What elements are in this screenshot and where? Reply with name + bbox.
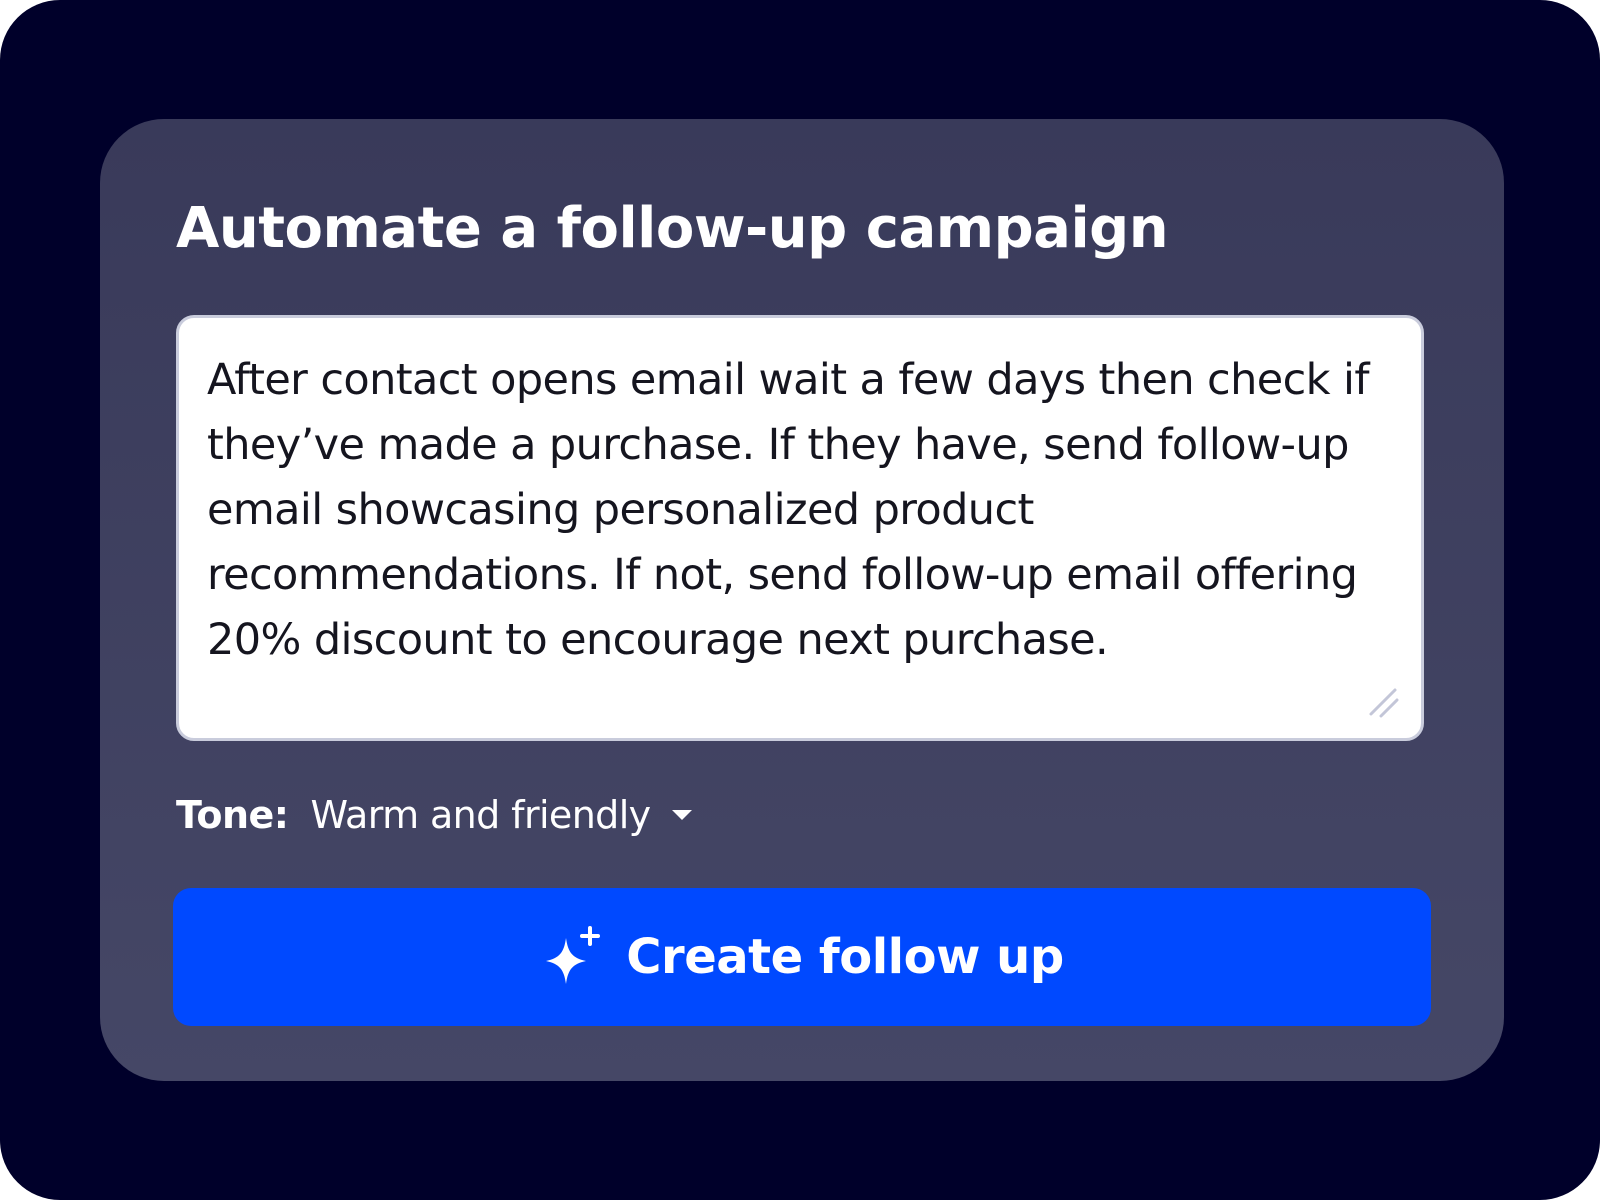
campaign-prompt-textarea[interactable]: After contact opens email wait a few day…	[176, 315, 1424, 741]
follow-up-card: Automate a follow-up campaign After cont…	[100, 119, 1504, 1081]
app-background: Automate a follow-up campaign After cont…	[0, 0, 1600, 1200]
create-follow-up-button[interactable]: Create follow up	[173, 888, 1431, 1026]
tone-dropdown[interactable]: Warm and friendly	[311, 793, 693, 837]
caret-down-icon[interactable]	[671, 808, 693, 822]
sparkle-icon	[546, 926, 601, 984]
resize-handle-icon[interactable]	[1365, 684, 1401, 720]
tone-selected-value[interactable]: Warm and friendly	[311, 793, 652, 837]
tone-label: Tone:	[176, 793, 289, 837]
tone-row: Tone: Warm and friendly	[176, 785, 693, 845]
prompt-text[interactable]: After contact opens email wait a few day…	[207, 348, 1397, 673]
card-title: Automate a follow-up campaign	[176, 196, 1169, 261]
create-button-label: Create follow up	[626, 929, 1064, 985]
